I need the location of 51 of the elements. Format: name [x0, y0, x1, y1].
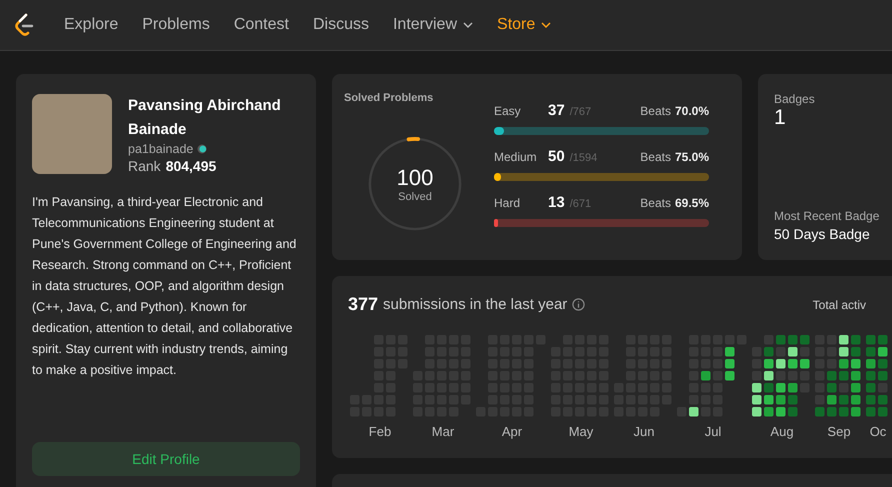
recent-badge-name: 50 Days Badge	[774, 226, 871, 242]
badges-label: Badges	[774, 92, 816, 106]
month-label: Apr	[502, 424, 522, 439]
beats-value: 75.0%	[674, 150, 709, 164]
chevron-down-icon	[541, 22, 552, 28]
nav-link[interactable]: Explore	[64, 16, 118, 34]
difficulty-label: Hard	[494, 196, 522, 210]
beats-label: Beats	[640, 104, 671, 118]
month-label: Jun	[634, 424, 654, 439]
beats-value: 70.0%	[674, 104, 709, 118]
difficulty-label: Easy	[494, 104, 522, 118]
submission-count: 377	[348, 294, 378, 315]
submissions-label: submissions in the last year	[383, 296, 568, 313]
total-number: /671	[570, 198, 592, 210]
nav-link[interactable]: Problems	[142, 16, 210, 34]
chevron-down-icon	[463, 22, 474, 28]
solved-label: Solved	[398, 191, 432, 203]
solved-number: 13	[548, 194, 565, 211]
user-name: Pavansing Abirchand Bainade	[128, 96, 282, 140]
edit-profile-button[interactable]: Edit Profile	[32, 442, 300, 476]
solved-number: 37	[548, 102, 565, 119]
solved-count: 100	[396, 165, 434, 191]
month-label: Mar	[432, 424, 454, 439]
rank-label: Rank	[128, 158, 161, 174]
month-label: Sep	[827, 424, 851, 439]
recent-badge-label: Most Recent Badge	[774, 209, 880, 223]
username: pa1bainade	[128, 142, 194, 156]
badges-count: 1	[774, 106, 787, 130]
nav-link[interactable]: Contest	[234, 16, 289, 34]
logo-icon[interactable]	[14, 13, 34, 37]
difficulty-label: Medium	[494, 150, 538, 164]
nav-link[interactable]: Discuss	[312, 16, 369, 34]
month-label: Oc	[870, 424, 886, 439]
info-icon[interactable]	[572, 298, 586, 311]
month-label: Jul	[704, 424, 722, 439]
beats-value: 69.5%	[674, 196, 709, 210]
beats-label: Beats	[640, 150, 671, 164]
total-number: /767	[570, 106, 592, 118]
total-active-label: Total activ	[812, 298, 866, 312]
total-number: /1594	[570, 152, 598, 164]
bio-text: I'm Pavansing, a third-year Electronic and Telecommunications Engineering student at Pune's Government College of Engineering and Research. Strong command on C++, Proficient in data structures, OOP, and algorithm design (C++, Java, C, and Python). Known for dedication, attention to detail, and collaborative spirit. Stay current with industry trends, aiming to make a positive impact.	[32, 194, 298, 379]
nav-link[interactable]: Store	[497, 16, 552, 34]
month-label: Feb	[368, 424, 392, 439]
rank-value: 804,495	[166, 158, 216, 174]
month-label: Aug	[770, 424, 794, 439]
nav-link[interactable]: Interview	[392, 16, 474, 34]
solved-number: 50	[548, 148, 565, 165]
card-title: Solved Problems	[344, 92, 434, 104]
globe-icon	[197, 144, 208, 154]
beats-label: Beats	[640, 196, 671, 210]
month-label: May	[568, 424, 594, 439]
